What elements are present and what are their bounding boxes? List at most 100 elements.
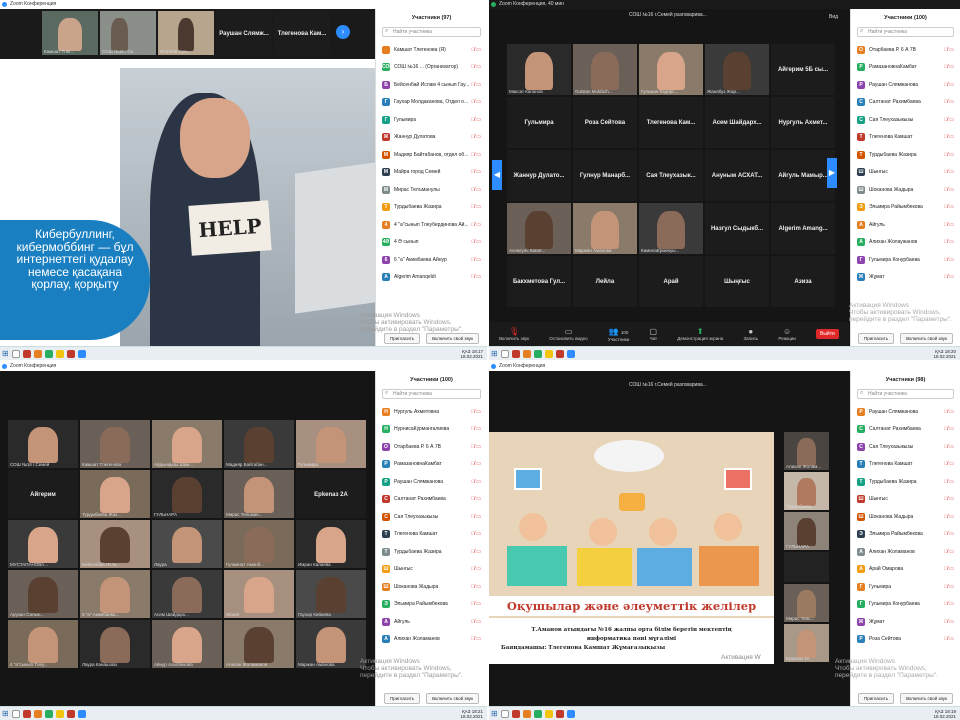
app-icon[interactable] <box>44 709 53 718</box>
app-icon[interactable] <box>22 349 31 358</box>
next-page-icon[interactable]: › <box>336 25 350 39</box>
participant-row[interactable]: С Салтанат Рахимбаева 🎙̸ ▭ <box>851 421 960 439</box>
video-tile[interactable]: Камшат Тлегенова <box>80 420 150 468</box>
video-tile[interactable]: 4 "а"сынып Тлеу... <box>8 620 78 668</box>
app-icon[interactable] <box>555 349 564 358</box>
participant-row[interactable]: А Арай Омарова 🎙̸ ▭ <box>851 561 960 579</box>
app-icon[interactable] <box>511 709 520 718</box>
video-tile[interactable]: Маржан Аманова <box>573 203 637 254</box>
search-input[interactable]: Найти участника <box>857 389 954 399</box>
unmute-button[interactable]: Включить свой звук <box>426 333 479 344</box>
unmute-button[interactable]: Включить свой звук <box>900 333 953 344</box>
app-icon[interactable] <box>55 349 64 358</box>
start-icon[interactable]: ⊞ <box>2 349 9 358</box>
video-tile[interactable]: Жанат <box>224 570 294 618</box>
participant-row[interactable]: С Сая Тлеухазыкызы 🎙̸ ▭ <box>376 508 487 526</box>
participants-control[interactable]: 👥 100 Участники <box>608 327 630 342</box>
video-tile[interactable]: Роза Сейтова <box>573 97 637 148</box>
participant-row[interactable]: Р Роза Сейтова 🎙̸ ▭ <box>851 631 960 649</box>
participant-row[interactable]: Т Тлегенова Камшат 🎙̸ ▭ <box>851 129 960 147</box>
video-tile[interactable]: Айгерим 5Б сы... <box>771 44 835 95</box>
participant-row[interactable]: Т Тлегенова Камшат 🎙̸ ▭ <box>376 526 487 544</box>
participant-row[interactable]: М Мадияр Байтабанов, отдел об... 🎙̸ ▭ <box>376 146 487 164</box>
zoom-taskbar-icon[interactable] <box>77 349 86 358</box>
video-tile[interactable]: Тлегенова Кам... <box>639 97 703 148</box>
reactions-control[interactable]: ☺ Реакции <box>778 327 795 341</box>
participant-row[interactable]: А Алихан Жоламанов 🎙̸ ▭ <box>851 543 960 561</box>
share-screen-control[interactable]: ⬆ Демонстрация экрана <box>677 327 723 341</box>
participant-row[interactable]: Р Раушан Слямжанова 🎙̸ ▭ <box>851 403 960 421</box>
video-tile[interactable]: Арай <box>639 256 703 307</box>
participant-row[interactable]: Т Турдыбаева Жазира 🎙̸ ▭ <box>851 146 960 164</box>
participant-row[interactable]: М Майра город Семей 🎙̸ ▭ <box>376 164 487 182</box>
participant-row[interactable]: Б Бейсенбай Ислам 4 сынып Гау... 🎙̸ ▭ <box>376 76 487 94</box>
app-icon[interactable] <box>33 709 42 718</box>
participant-row[interactable]: А Айгуль 🎙̸ ▭ <box>851 216 960 234</box>
video-tile[interactable]: Лаура <box>152 520 222 568</box>
video-tile[interactable]: СОШ №16 г.Семей <box>8 420 78 468</box>
video-tile[interactable]: Ануным АСХАТ... <box>705 150 769 201</box>
app-icon[interactable] <box>555 709 564 718</box>
participant-row[interactable]: Г Гульмира 🎙̸ ▭ <box>376 111 487 129</box>
participant-row[interactable]: Г Гульмира Конурбаева 🎙̸ ▭ <box>851 251 960 269</box>
unmute-button[interactable]: Включить свой звук <box>426 693 479 704</box>
video-tile[interactable]: Камшат Тлег... <box>42 11 98 55</box>
participant-row[interactable]: А Айгуль 🎙̸ ▭ <box>376 613 487 631</box>
leave-button[interactable]: Выйти <box>815 329 839 339</box>
video-tile[interactable]: ГУЛЬНАРА <box>152 470 222 518</box>
participant-row[interactable]: С Салтанат Рахимбаева 🎙̸ ▭ <box>376 491 487 509</box>
invite-button[interactable]: Пригласить <box>384 693 421 704</box>
video-tile[interactable]: Мирас Тельман... <box>224 470 294 518</box>
participant-row[interactable]: С Салтанат Рахимбаева 🎙̸ ▭ <box>851 94 960 112</box>
participant-row[interactable]: Ш Шоканова Жадыра 🎙̸ ▭ <box>376 578 487 596</box>
app-icon[interactable] <box>533 709 542 718</box>
app-icon[interactable] <box>522 349 531 358</box>
search-icon[interactable] <box>500 709 509 718</box>
participant-row[interactable]: СОШ СОШ №16 ... (Организатор) 🎙̸ ▭ <box>376 59 487 77</box>
video-tile[interactable]: Айгерим <box>8 470 78 518</box>
zoom-taskbar-icon[interactable] <box>566 709 575 718</box>
participant-row[interactable]: Ж Жаннур Дулатова 🎙̸ ▭ <box>376 129 487 147</box>
search-input[interactable]: Найти участника <box>382 389 481 399</box>
app-icon[interactable] <box>511 349 520 358</box>
app-icon[interactable] <box>544 349 553 358</box>
participant-row[interactable]: М Мирас Телъманулы 🎙̸ ▭ <box>376 181 487 199</box>
participant-row[interactable]: Н НурнисаКурмангалиева 🎙̸ ▭ <box>376 421 487 439</box>
participant-row[interactable]: Ш Шынгыс 🎙̸ ▭ <box>851 491 960 509</box>
video-tile[interactable]: Гулжанат Аманб... <box>224 520 294 568</box>
video-tile[interactable]: Шыңғыс <box>705 256 769 307</box>
participant-row[interactable]: Э Эльмира Райымбекова 🎙̸ ▭ <box>851 199 960 217</box>
participant-row[interactable]: Т Турдыбаева Жазира 🎙̸ ▭ <box>376 199 487 217</box>
invite-button[interactable]: Пригласить <box>858 333 895 344</box>
chat-control[interactable]: ▢ Чат <box>650 327 658 341</box>
participant-row[interactable]: Р РамазановнаКамбат 🎙̸ ▭ <box>376 456 487 474</box>
video-tile[interactable]: Турдыбаева... <box>784 472 829 510</box>
video-tile[interactable]: Имран Калиева <box>296 520 366 568</box>
video-tile[interactable]: Раушан Слямж... <box>216 11 272 55</box>
app-icon[interactable] <box>66 349 75 358</box>
video-tile[interactable]: Лейла <box>573 256 637 307</box>
video-tile[interactable]: Турдыбаева Жаз... <box>80 470 150 518</box>
video-tile[interactable]: Асемгуль Канат... <box>507 203 571 254</box>
unmute-control[interactable]: 🎙 Включить звук <box>499 327 529 341</box>
app-icon[interactable] <box>55 709 64 718</box>
video-tile[interactable]: Гулнур Манарб... <box>573 150 637 201</box>
video-tile[interactable]: МУСТАПАНОВА... <box>8 520 78 568</box>
app-icon[interactable] <box>44 349 53 358</box>
view-button[interactable]: Вид <box>829 14 838 20</box>
video-tile[interactable]: Алихан Жоламанов <box>224 620 294 668</box>
record-control[interactable]: ● Запись <box>743 327 758 341</box>
video-tile[interactable]: Бакхметова Гул... <box>507 256 571 307</box>
video-tile[interactable]: Гаухар Кабиева <box>296 570 366 618</box>
participant-row[interactable]: О Отарбаева Р. 6 А 7В 🎙̸ ▭ <box>851 41 960 59</box>
participant-row[interactable]: Ж Жұмат 🎙̸ ▭ <box>851 269 960 287</box>
video-tile[interactable]: Маржан Аманова <box>296 620 366 668</box>
video-tile[interactable]: Гульмира <box>507 97 571 148</box>
video-tile[interactable]: Асем Шайдарх... <box>705 97 769 148</box>
participant-row[interactable]: Э Эльмира Райымбекова 🎙̸ ▭ <box>376 596 487 614</box>
video-tile[interactable]: Еркеназ 2А <box>784 624 829 662</box>
video-tile[interactable]: Алихан Жолам... <box>784 432 829 470</box>
participant-row[interactable]: А Алихан Жолаужанов 🎙̸ ▭ <box>851 234 960 252</box>
participant-row[interactable]: Г Гаухар Молдаканова, Отдел о... 🎙̸ ▭ <box>376 94 487 112</box>
video-tile[interactable]: Жанабуз Жар... <box>705 44 769 95</box>
